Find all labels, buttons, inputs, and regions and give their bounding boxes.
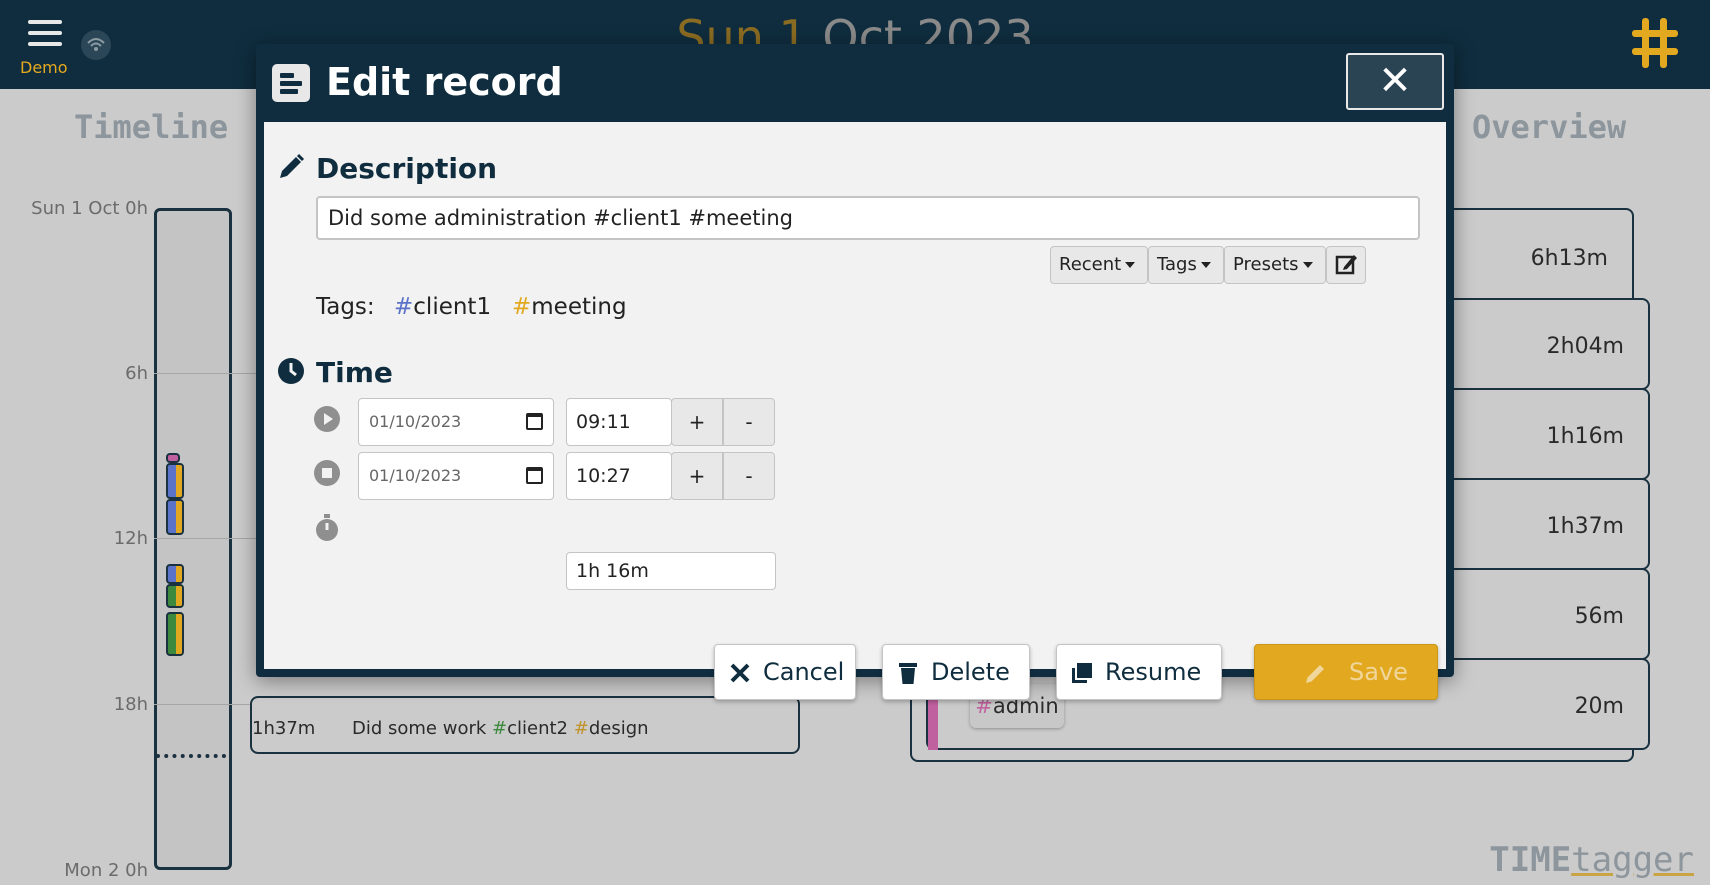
start-date-value: 01/10/2023: [369, 412, 462, 431]
tick-label: 18h: [113, 694, 148, 715]
tags-label-text: Tags:: [316, 294, 375, 320]
calendar-icon[interactable]: [526, 467, 543, 484]
tick-label: 6h: [125, 363, 148, 384]
timetagger-logo-icon[interactable]: [1632, 18, 1678, 68]
brand-part-1: TIME: [1489, 840, 1572, 880]
presets-dropdown-button[interactable]: Presets: [1224, 246, 1326, 284]
timeline-record-mark[interactable]: [166, 463, 184, 499]
delete-button[interactable]: Delete: [882, 644, 1030, 700]
brand-part-2: tagger: [1571, 840, 1694, 880]
start-time-plus-button[interactable]: +: [671, 398, 723, 446]
timeline-heading: Timeline: [74, 108, 229, 146]
tag-name: client2: [507, 718, 568, 739]
stop-time-plus-button[interactable]: +: [671, 452, 723, 500]
close-button[interactable]: ✕: [1346, 53, 1444, 110]
copy-icon: [1072, 663, 1092, 683]
tag-name: client1: [413, 294, 492, 320]
edit-record-dialog: Edit record ✕ Description Recent Tags Pr…: [256, 44, 1454, 700]
edit-icon: [1335, 255, 1357, 275]
stop-time-input[interactable]: 10:27: [566, 452, 672, 500]
stop-icon: [314, 460, 340, 486]
start-time-minus-button[interactable]: -: [723, 398, 775, 446]
tag-client1[interactable]: #client1: [394, 294, 491, 320]
tags-label: Tags: [1157, 254, 1197, 275]
time-heading: Time: [316, 356, 393, 389]
timeline-record-mark[interactable]: [166, 612, 184, 656]
timeline-record-mark[interactable]: [166, 499, 184, 535]
pencil-icon: [280, 153, 305, 178]
timetagger-brand: TIMEtagger: [1489, 840, 1694, 880]
tick-line: [154, 373, 264, 374]
recent-dropdown-button[interactable]: Recent: [1050, 246, 1148, 284]
timeline-record-card[interactable]: 1h37m Did some work #client2 #design: [250, 696, 800, 754]
resume-button[interactable]: Resume: [1056, 644, 1222, 700]
tick-label: 12h: [113, 528, 148, 549]
cancel-label: Cancel: [763, 658, 845, 686]
tick-line: [154, 538, 264, 539]
dialog-body: Description Recent Tags Presets Tags: #c…: [264, 122, 1446, 700]
stop-date-input[interactable]: 01/10/2023: [358, 452, 554, 500]
overview-value: 1h16m: [1546, 424, 1624, 449]
save-button[interactable]: Save: [1254, 644, 1438, 700]
calendar-icon[interactable]: [526, 413, 543, 430]
cancel-button[interactable]: Cancel: [714, 644, 856, 700]
start-date-input[interactable]: 01/10/2023: [358, 398, 554, 446]
tag-hash: #: [573, 718, 589, 739]
clock-icon: [278, 358, 304, 384]
stop-time-minus-button[interactable]: -: [723, 452, 775, 500]
play-icon: [314, 406, 340, 432]
recent-label: Recent: [1059, 254, 1122, 275]
tag-name: design: [588, 718, 649, 739]
stop-date-value: 01/10/2023: [369, 466, 462, 485]
overview-value: 2h04m: [1546, 334, 1624, 359]
record-duration: 1h37m: [252, 718, 316, 739]
chevron-down-icon: [1200, 262, 1211, 268]
tag-name: meeting: [531, 294, 627, 320]
current-time-indicator: [156, 754, 226, 758]
timeline-record-mark[interactable]: [166, 564, 184, 584]
record-icon: [272, 64, 310, 102]
timeline-bar[interactable]: [154, 208, 232, 870]
description-heading: Description: [316, 152, 498, 185]
chevron-down-icon: [1125, 262, 1136, 268]
overview-value: 6h13m: [1530, 246, 1608, 271]
tag-meeting[interactable]: #meeting: [512, 294, 627, 320]
overview-value: 56m: [1574, 604, 1624, 629]
description-input[interactable]: [316, 196, 1420, 240]
delete-label: Delete: [931, 658, 1010, 686]
timeline-record-mark[interactable]: [166, 453, 180, 463]
resume-label: Resume: [1105, 658, 1202, 686]
start-time-input[interactable]: 09:11: [566, 398, 672, 446]
overview-value: 20m: [1574, 694, 1624, 719]
presets-label: Presets: [1233, 254, 1299, 275]
stopwatch-icon: [314, 514, 340, 542]
close-icon: [730, 663, 750, 683]
pencil-icon: [1306, 665, 1324, 683]
record-desc-text: Did some work: [352, 718, 493, 739]
tag-hash: #: [512, 294, 532, 320]
duration-input[interactable]: 1h 16m: [566, 552, 776, 590]
tick-label: Mon 2 0h: [64, 860, 148, 881]
dialog-title: Edit record: [326, 60, 563, 104]
record-description: Did some work #client2 #design: [352, 718, 649, 739]
tag-hash: #: [492, 718, 508, 739]
tags-dropdown-button[interactable]: Tags: [1148, 246, 1224, 284]
timeline-record-mark[interactable]: [166, 584, 184, 608]
tick-label: Sun 1 Oct 0h: [31, 198, 148, 219]
tick-line: [154, 704, 264, 705]
save-label: Save: [1349, 658, 1408, 686]
overview-value: 1h37m: [1546, 514, 1624, 539]
chevron-down-icon: [1302, 262, 1313, 268]
edit-presets-button[interactable]: [1326, 246, 1366, 284]
tag-hash: #: [394, 294, 414, 320]
trash-icon: [899, 663, 917, 684]
overview-heading: Overview: [1472, 108, 1627, 146]
